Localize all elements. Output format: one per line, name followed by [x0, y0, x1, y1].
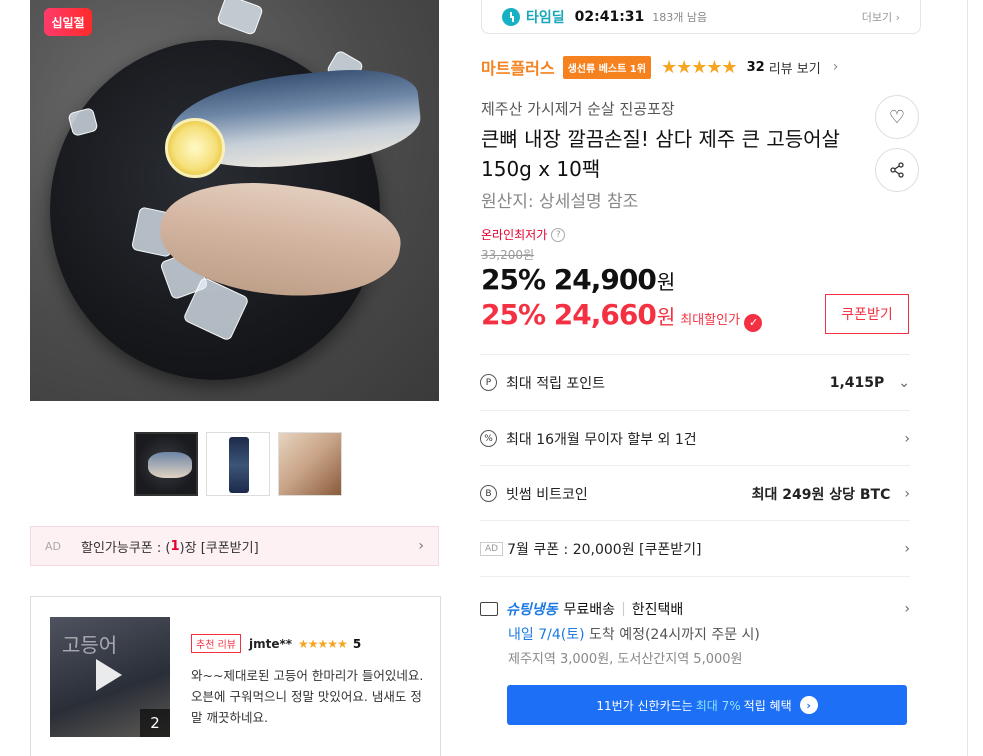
points-value: 1,415P	[829, 374, 885, 391]
product-title: 큰뼈 내장 깔끔손질! 삼다 제주 큰 고등어살 150g x 10팩	[481, 127, 840, 181]
review-star-icons: ★★★★★	[298, 636, 348, 651]
recommended-review-card[interactable]: 고등어 2 추천 리뷰 jmte** ★★★★★ 5 와~~제대로된 고등어 한…	[30, 596, 441, 756]
product-origin: 원산지: 상세설명 참조	[481, 192, 639, 212]
shipping-brand: 슈팅냉동	[506, 602, 558, 618]
july-coupon-row[interactable]: AD 7월 쿠폰 : 20,000원 [쿠폰받기] ›	[480, 520, 910, 576]
lowest-price-text: 온라인최저가	[481, 228, 548, 242]
truck-icon	[480, 602, 498, 616]
installment-row[interactable]: % 최대 16개월 무이자 할부 외 1건 ›	[480, 410, 910, 466]
max-discount-rate: 25%	[481, 298, 546, 331]
points-row[interactable]: P 최대 적립 포인트 1,415P ⌄	[480, 354, 910, 410]
points-label: 최대 적립 포인트	[506, 375, 606, 392]
max-discount-price: 25% 24,660 원 최대할인가 ✓	[481, 298, 763, 332]
best-badge: 생선류 베스트 1위	[562, 55, 651, 79]
review-text: 와~~제대로된 고등어 한마리가 들어있네요. 오븐에 구워먹으니 정말 맛있어…	[191, 668, 424, 725]
seller-name[interactable]: 마트플러스	[481, 55, 555, 79]
bitcoin-label: 빗썸 비트코인	[506, 486, 588, 503]
banner-highlight: 최대 7%	[695, 698, 741, 713]
sale-price: 25% 24,900원	[481, 263, 675, 296]
card-benefit-banner[interactable]: 11번가 신한카드는 최대 7% 적립 혜택 ›	[507, 685, 907, 725]
thumbnail-list	[134, 432, 350, 496]
coupon-bar-text-after: )장 [쿠폰받기]	[179, 540, 259, 556]
arrival-suffix: 도착 예정	[584, 627, 645, 643]
currency-unit: 원	[656, 270, 675, 294]
chevron-right-icon[interactable]: ›	[904, 601, 910, 617]
time-deal-more-link[interactable]: 더보기 ›	[862, 9, 900, 25]
ad-label: AD	[480, 541, 504, 556]
percent-icon: %	[480, 430, 497, 447]
product-subtitle: 제주산 가시제거 순살 진공포장	[481, 100, 675, 118]
extra-shipping-fee: 제주지역 3,000원, 도서산간지역 5,000원	[508, 652, 743, 667]
bitcoin-value: 최대 249원 상당 BTC	[751, 486, 891, 503]
point-icon: P	[480, 374, 497, 391]
shipping-line[interactable]: 슈팅냉동 무료배송 | 한진택배 ›	[480, 599, 910, 619]
coupon-count: 1	[170, 538, 180, 554]
divider: |	[621, 601, 626, 617]
arrival-note: (24시까지 주문 시)	[644, 627, 760, 643]
banner-prefix: 11번가 신한카드는	[596, 698, 693, 713]
price-value: 24,900	[553, 263, 657, 296]
review-score: 5	[352, 636, 362, 651]
coupon-bar-text-before: 할인가능쿠폰 : (	[81, 540, 171, 556]
arrival-estimate: 내일 7/4(토) 도착 예정(24시까지 주문 시)	[508, 624, 760, 644]
chevron-down-icon[interactable]: ⌄	[898, 375, 910, 391]
chevron-down-circle-icon[interactable]: ✓	[744, 313, 763, 332]
july-coupon-label: 7월 쿠폰 : 20,000원 [쿠폰받기]	[507, 541, 702, 558]
currency-unit: 원	[656, 305, 675, 329]
review-video-thumbnail[interactable]: 고등어 2	[50, 617, 170, 737]
discount-rate: 25%	[481, 263, 546, 296]
shipping-section: 슈팅냉동 무료배송 | 한진택배 › 내일 7/4(토) 도착 예정(24시까지…	[480, 576, 910, 667]
chevron-right-icon[interactable]: ›	[833, 59, 839, 75]
free-shipping: 무료배송	[563, 602, 616, 618]
ice-graphic	[216, 0, 264, 36]
thumbnail-2[interactable]	[206, 432, 270, 496]
thumbnail-3[interactable]	[278, 432, 342, 496]
page-divider	[967, 0, 968, 756]
time-deal-label: 타임딜	[526, 9, 565, 26]
time-deal-remaining: 183개 남음	[652, 10, 708, 24]
max-price-value: 24,660	[553, 298, 657, 331]
lowest-price-label: 온라인최저가 ?	[481, 226, 566, 243]
chevron-right-icon[interactable]: ›	[904, 486, 910, 502]
help-icon[interactable]: ?	[551, 227, 566, 242]
lemon-slice	[165, 118, 225, 178]
seller-row: 마트플러스 생선류 베스트 1위 ★★★★★ 32 리뷰 보기 ›	[481, 54, 838, 80]
share-icon	[890, 162, 904, 178]
heart-icon: ♡	[888, 106, 906, 128]
max-discount-label: 최대할인가	[680, 313, 741, 328]
time-deal-bar: 타임딜 02:41:31 183개 남음 더보기 ›	[481, 0, 921, 34]
original-price: 33,200원	[481, 248, 535, 262]
ad-label: AD	[45, 539, 61, 553]
shipping-carrier: 한진택배	[631, 602, 684, 618]
review-user: jmte**	[248, 636, 293, 651]
arrival-date: 내일 7/4(토)	[508, 627, 585, 643]
review-count[interactable]: 32	[747, 60, 765, 75]
event-badge: 십일절	[44, 8, 92, 36]
wishlist-button[interactable]: ♡	[875, 95, 919, 139]
chevron-right-icon[interactable]: ›	[904, 431, 910, 447]
coupon-bar[interactable]: AD 할인가능쿠폰 : (1)장 [쿠폰받기] ›	[30, 526, 439, 566]
clock-icon	[502, 7, 520, 26]
bitcoin-icon: B	[480, 485, 497, 502]
banner-suffix: 적립 혜택	[743, 698, 792, 713]
review-media-count: 2	[140, 709, 170, 737]
installment-label: 최대 16개월 무이자 할부 외 1건	[506, 431, 697, 448]
share-button[interactable]	[875, 148, 919, 192]
main-product-image[interactable]	[30, 0, 439, 401]
play-icon[interactable]	[96, 659, 122, 691]
time-deal-timer: 02:41:31	[574, 8, 645, 25]
rating-star-icons: ★★★★★	[660, 56, 738, 78]
chevron-right-icon: ›	[418, 538, 424, 554]
recommended-badge: 추천 리뷰	[191, 634, 241, 653]
chevron-right-icon[interactable]: ›	[904, 541, 910, 557]
coupon-download-button[interactable]: 쿠폰받기	[825, 294, 909, 334]
thumbnail-1[interactable]	[134, 432, 198, 496]
review-link[interactable]: 리뷰 보기	[769, 58, 821, 77]
bitcoin-row[interactable]: B 빗썸 비트코인 최대 249원 상당 BTC ›	[480, 465, 910, 521]
review-image-caption: 고등어	[62, 633, 118, 657]
review-meta: 추천 리뷰 jmte** ★★★★★ 5	[191, 634, 361, 653]
arrow-right-icon: ›	[799, 696, 818, 714]
